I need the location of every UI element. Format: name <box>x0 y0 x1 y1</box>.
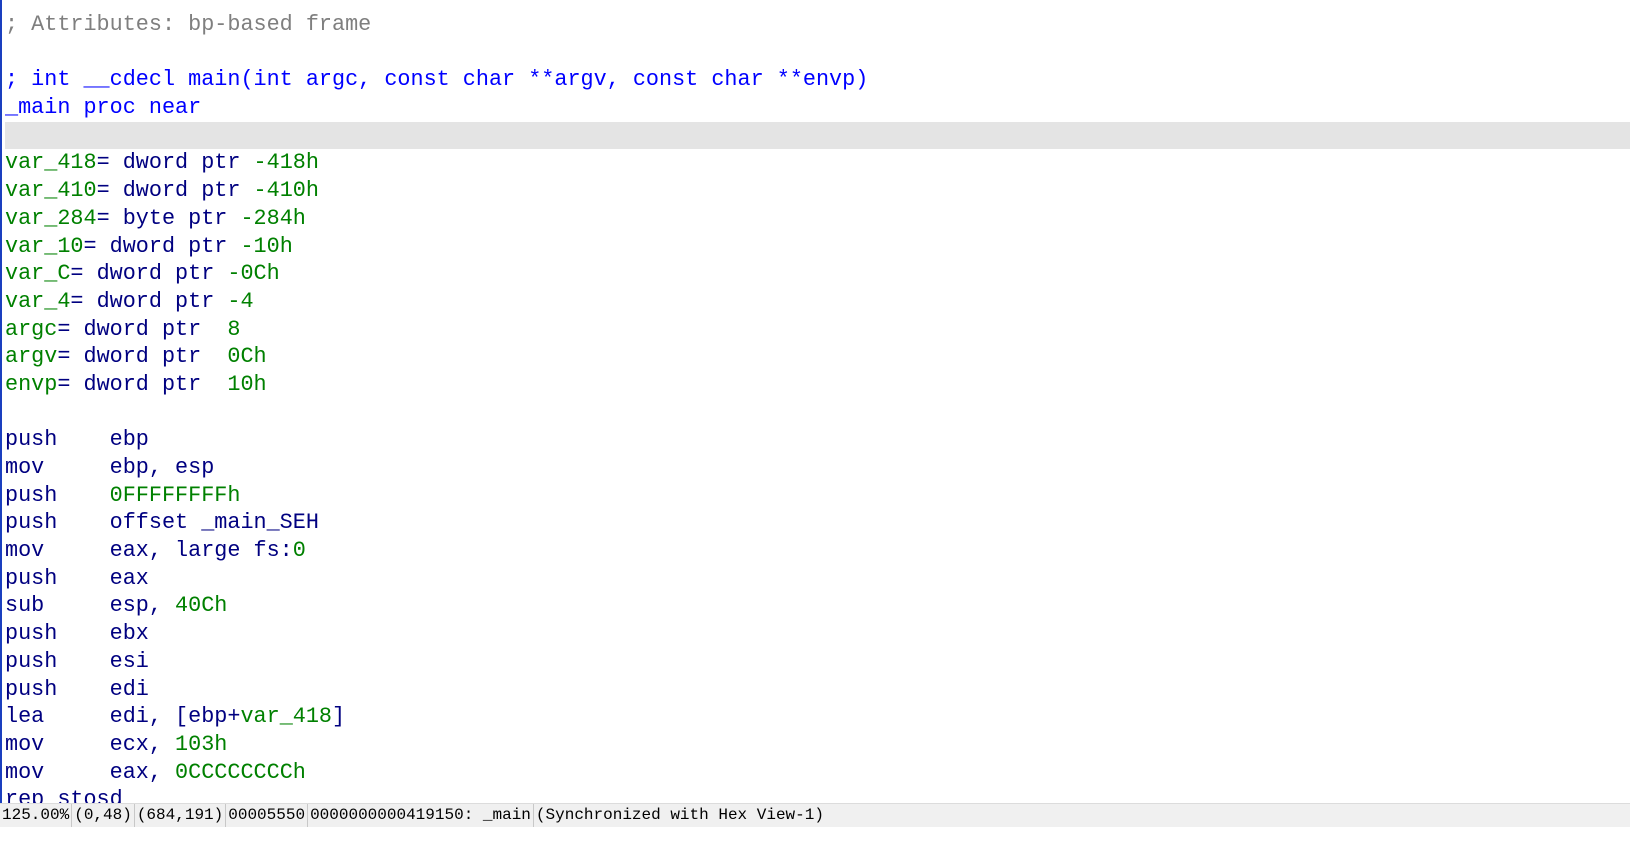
current-line-highlight[interactable] <box>5 121 1630 150</box>
code-line[interactable] <box>5 39 1630 67</box>
code-text: = dword ptr <box>83 233 241 259</box>
code-text: rep stosd <box>5 787 123 803</box>
operand-value: -410h <box>253 178 319 204</box>
disassembly-view[interactable]: ; Attributes: bp-based frame ; int __cde… <box>5 11 1630 803</box>
code-text: = dword ptr <box>96 178 254 204</box>
code-text: mov eax, large fs: <box>5 538 293 564</box>
code-line[interactable]: var_284= byte ptr -284h <box>5 205 1630 233</box>
operand-value: var_284 <box>5 205 97 231</box>
operand-value: 10h <box>227 371 267 397</box>
code-line[interactable]: push eax <box>5 565 1630 593</box>
operand-value: -4 <box>227 288 254 314</box>
operand-value: argv <box>5 344 58 370</box>
code-text: push edi <box>5 676 149 702</box>
sync-status: (Synchronized with Hex View-1) <box>535 806 824 824</box>
graph-position: (0,48) <box>72 804 135 827</box>
code-text: = dword ptr <box>57 371 228 397</box>
operand-value: 0CCCCCCCCh <box>175 759 306 785</box>
bottom-area <box>0 827 1630 859</box>
code-line[interactable]: mov eax, 0CCCCCCCCh <box>5 759 1630 787</box>
code-line[interactable]: push esi <box>5 648 1630 676</box>
operand-value: 103h <box>175 731 228 757</box>
mouse-position: (684,191) <box>135 804 227 827</box>
code-text: mov ebp, esp <box>5 455 215 480</box>
operand-value: var_410 <box>5 178 97 204</box>
code-text: ; int __cdecl main(int argc, const char … <box>5 67 869 93</box>
code-text: push eax <box>5 565 149 591</box>
code-text: mov eax, <box>5 759 176 785</box>
code-line[interactable]: push 0FFFFFFFFh <box>5 482 1630 510</box>
code-line[interactable]: push ebx <box>5 620 1630 648</box>
code-text: mov ecx, <box>5 731 176 757</box>
code-line[interactable]: push offset _main_SEH <box>5 509 1630 537</box>
code-text: = dword ptr <box>70 288 228 314</box>
code-text: push offset _main_SEH <box>5 510 319 536</box>
code-text: = dword ptr <box>70 261 228 287</box>
code-line[interactable]: sub esp, 40Ch <box>5 592 1630 620</box>
code-text: = byte ptr <box>96 205 241 231</box>
status-bar: 125.00% (0,48) (684,191) 00005550 000000… <box>0 803 1630 827</box>
code-line[interactable]: push ebp <box>5 426 1630 454</box>
code-line[interactable]: var_10= dword ptr -10h <box>5 233 1630 261</box>
code-line[interactable]: var_C= dword ptr -0Ch <box>5 260 1630 288</box>
file-offset: 00005550 <box>226 804 309 827</box>
code-text: ] <box>332 704 346 730</box>
operand-value: var_418 <box>240 704 333 730</box>
current-address: 0000000000419150: _main <box>308 804 534 827</box>
code-line[interactable]: rep stosd <box>5 786 1630 803</box>
code-line[interactable]: lea edi, [ebp+var_418] <box>5 703 1630 731</box>
operand-value: argc <box>5 316 58 342</box>
code-line[interactable]: argv= dword ptr 0Ch <box>5 343 1630 371</box>
code-line[interactable]: var_4= dword ptr -4 <box>5 288 1630 316</box>
operand-value: 0 <box>292 538 306 564</box>
code-text: = dword ptr <box>96 150 254 176</box>
operand-value: var_418 <box>5 150 97 176</box>
code-line[interactable]: mov ecx, 103h <box>5 731 1630 759</box>
code-text: = dword ptr <box>57 344 228 370</box>
code-text: = dword ptr <box>57 316 228 342</box>
code-text: push <box>5 482 110 508</box>
code-line[interactable]: envp= dword ptr 10h <box>5 371 1630 399</box>
code-text: push ebp <box>5 427 149 453</box>
operand-value: 40Ch <box>175 593 228 619</box>
code-text: lea edi, [ebp+ <box>5 704 241 730</box>
code-line[interactable]: argc= dword ptr 8 <box>5 316 1630 344</box>
operand-value: -284h <box>240 205 306 231</box>
code-line[interactable]: ; Attributes: bp-based frame <box>5 11 1630 39</box>
code-line[interactable]: push edi <box>5 676 1630 704</box>
operand-value: -418h <box>253 150 319 176</box>
code-line[interactable]: var_410= dword ptr -410h <box>5 177 1630 205</box>
code-text: push esi <box>5 648 149 674</box>
operand-value: var_C <box>5 261 71 287</box>
code-line[interactable]: _main proc near <box>5 94 1630 122</box>
view-focus-border <box>0 0 2 803</box>
operand-value: 8 <box>227 316 241 342</box>
operand-value: -10h <box>240 233 293 259</box>
code-line[interactable]: mov ebp, esp <box>5 454 1630 482</box>
operand-value: envp <box>5 371 58 397</box>
code-line[interactable]: mov eax, large fs:0 <box>5 537 1630 565</box>
zoom-level: 125.00% <box>0 804 73 827</box>
operand-value: 0FFFFFFFFh <box>109 482 241 508</box>
operand-value: -0Ch <box>227 261 280 287</box>
code-line[interactable]: var_418= dword ptr -418h <box>5 149 1630 177</box>
comment-text: ; Attributes: bp-based frame <box>5 12 372 37</box>
code-text: _main proc near <box>5 95 202 121</box>
operand-value: var_10 <box>5 233 84 259</box>
code-text: sub esp, <box>5 593 176 619</box>
operand-value: var_4 <box>5 288 71 314</box>
code-text: push ebx <box>5 621 149 647</box>
code-line[interactable] <box>5 399 1630 427</box>
operand-value: 0Ch <box>227 344 267 370</box>
code-line[interactable]: ; int __cdecl main(int argc, const char … <box>5 66 1630 94</box>
